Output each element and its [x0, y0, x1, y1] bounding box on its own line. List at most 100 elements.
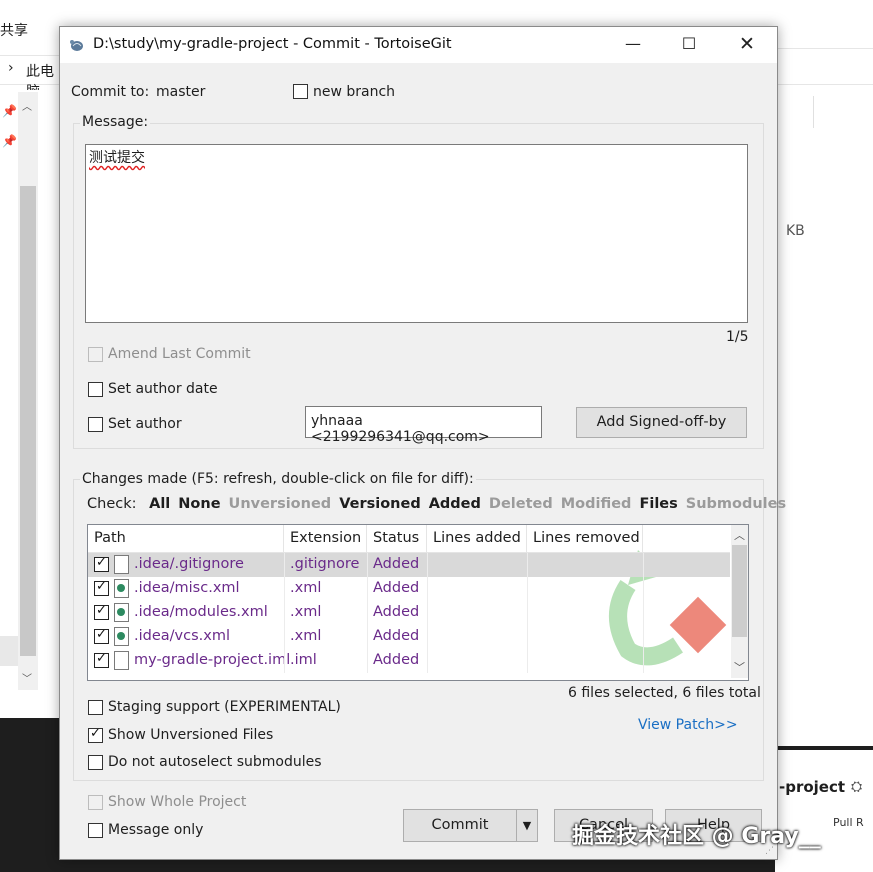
file-path: .idea/misc.xml — [134, 580, 240, 596]
window-title: D:\study\my-gradle-project - Commit - To… — [93, 36, 452, 52]
check-filter-added[interactable]: Added — [429, 496, 481, 512]
pin-icon[interactable]: 📌 — [2, 104, 17, 118]
column-path[interactable]: Path — [88, 525, 284, 552]
amend-checkbox[interactable] — [88, 347, 103, 362]
table-row[interactable]: .idea/.gitignore .gitignore Added — [88, 553, 730, 577]
chevron-right-icon: › — [8, 60, 14, 76]
table-row[interactable]: .idea/misc.xml .xml Added — [88, 577, 730, 601]
file-status: Added — [373, 556, 420, 572]
check-filter-deleted: Deleted — [488, 496, 553, 512]
set-author-date-checkbox[interactable] — [88, 382, 103, 397]
check-filter-unversioned: Unversioned — [228, 496, 332, 512]
column-divider — [527, 649, 528, 673]
no-autoselect-label[interactable]: Do not autoselect submodules — [108, 754, 322, 770]
minimize-button[interactable]: — — [605, 27, 661, 63]
xml-file-icon — [114, 627, 129, 646]
message-label: Message: — [80, 114, 151, 130]
message-only-checkbox[interactable] — [88, 823, 103, 838]
column-divider — [367, 649, 368, 673]
author-input[interactable]: yhnaaa <2199296341@qq.com> — [305, 406, 542, 445]
bg-menu-share[interactable]: 共享 — [0, 18, 60, 44]
bg-repo-title: -project — [779, 778, 846, 796]
bg-right-strip — [775, 718, 873, 746]
table-row[interactable]: .idea/modules.xml .xml Added — [88, 601, 730, 625]
check-filter-row: Check: All None Unversioned Versioned Added D… — [87, 496, 786, 512]
bg-divider — [775, 48, 873, 49]
set-author-label[interactable]: Set author — [108, 416, 182, 432]
file-checkbox[interactable] — [94, 627, 109, 644]
file-status: Added — [373, 604, 420, 620]
check-filter-none[interactable]: None — [178, 496, 220, 512]
site-watermark: 掘金技术社区 @ Gray__ — [572, 824, 821, 849]
no-autoselect-checkbox[interactable] — [88, 755, 103, 770]
show-unversioned-checkbox[interactable] — [88, 726, 103, 743]
file-path: .idea/vcs.xml — [134, 628, 230, 644]
column-divider — [284, 577, 285, 601]
column-divider — [643, 553, 644, 577]
message-text: 测试提交 — [89, 150, 145, 166]
commit-dropdown-button[interactable]: ▼ — [516, 809, 538, 842]
title-bar[interactable]: D:\study\my-gradle-project - Commit - To… — [60, 27, 777, 63]
check-filter-versioned[interactable]: Versioned — [339, 496, 421, 512]
commit-button[interactable]: Commit — [403, 809, 517, 842]
column-lines-added[interactable]: Lines added — [427, 525, 527, 552]
table-row[interactable]: my-gradle-project.iml.iml Added — [88, 649, 730, 673]
file-checkbox[interactable] — [94, 603, 109, 620]
table-row[interactable]: .idea/vcs.xml .xml Added — [88, 625, 730, 649]
close-button[interactable]: ✕ — [719, 27, 775, 63]
maximize-button[interactable]: ☐ — [661, 27, 717, 63]
chevron-up-icon[interactable]: ︿ — [22, 98, 32, 113]
bg-repo-card: -project ⛭ Pull R — [775, 750, 873, 872]
list-scroll-thumb[interactable] — [732, 545, 747, 637]
message-only-label[interactable]: Message only — [108, 822, 203, 838]
file-status: Added — [373, 628, 420, 644]
check-filter-submodules: Submodules — [685, 496, 787, 512]
file-checkbox[interactable] — [94, 579, 109, 596]
column-divider — [427, 601, 428, 625]
new-branch-label[interactable]: new branch — [313, 84, 395, 100]
file-path: my-gradle-project.iml — [134, 652, 291, 668]
column-divider — [643, 577, 644, 601]
column-divider — [284, 553, 285, 577]
column-divider — [284, 601, 285, 625]
column-extension[interactable]: Extension — [284, 525, 367, 552]
bg-divider — [775, 84, 873, 85]
set-author-checkbox[interactable] — [88, 417, 103, 432]
changed-files-list[interactable]: Path Extension Status Lines added Lines … — [87, 524, 749, 681]
bg-scrollbar[interactable]: ︿ ﹀ — [18, 92, 38, 690]
bg-menu-share-label: 共享 — [0, 23, 28, 39]
column-divider — [284, 625, 285, 649]
chevron-down-icon[interactable]: ﹀ — [22, 670, 32, 685]
show-whole-project-label: Show Whole Project — [108, 794, 247, 810]
bg-scroll-thumb[interactable] — [20, 186, 36, 656]
column-divider — [367, 601, 368, 625]
column-divider — [427, 553, 428, 577]
xml-file-icon — [114, 603, 129, 622]
file-checkbox[interactable] — [94, 651, 109, 668]
staging-support-label[interactable]: Staging support (EXPERIMENTAL) — [108, 699, 341, 715]
chevron-up-icon[interactable]: ︿ — [734, 527, 745, 543]
message-textarea[interactable]: 测试提交 — [85, 144, 748, 323]
column-divider — [527, 553, 528, 577]
chevron-down-icon[interactable]: ﹀ — [734, 659, 745, 675]
staging-support-checkbox[interactable] — [88, 700, 103, 715]
pin-icon[interactable]: 📌 — [2, 134, 17, 148]
new-branch-checkbox[interactable] — [293, 84, 308, 99]
check-filter-all[interactable]: All — [149, 496, 170, 512]
column-lines-removed[interactable]: Lines removed — [527, 525, 643, 552]
changes-label: Changes made (F5: refresh, double-click … — [80, 471, 476, 487]
set-author-date-label[interactable]: Set author date — [108, 381, 218, 397]
list-scrollbar[interactable]: ︿ ﹀ — [731, 525, 748, 678]
show-whole-project-checkbox[interactable] — [88, 795, 103, 810]
bg-address-bar[interactable]: › 此电脑 — [0, 55, 62, 100]
file-checkbox[interactable] — [94, 555, 109, 572]
column-divider — [367, 553, 368, 577]
column-divider — [527, 625, 528, 649]
column-status[interactable]: Status — [367, 525, 427, 552]
show-unversioned-label[interactable]: Show Unversioned Files — [108, 727, 273, 743]
column-divider — [527, 601, 528, 625]
file-path: .idea/.gitignore — [134, 556, 244, 572]
add-signed-off-button[interactable]: Add Signed-off-by — [576, 407, 747, 438]
view-patch-link[interactable]: View Patch>> — [638, 717, 738, 733]
check-filter-files[interactable]: Files — [639, 496, 677, 512]
